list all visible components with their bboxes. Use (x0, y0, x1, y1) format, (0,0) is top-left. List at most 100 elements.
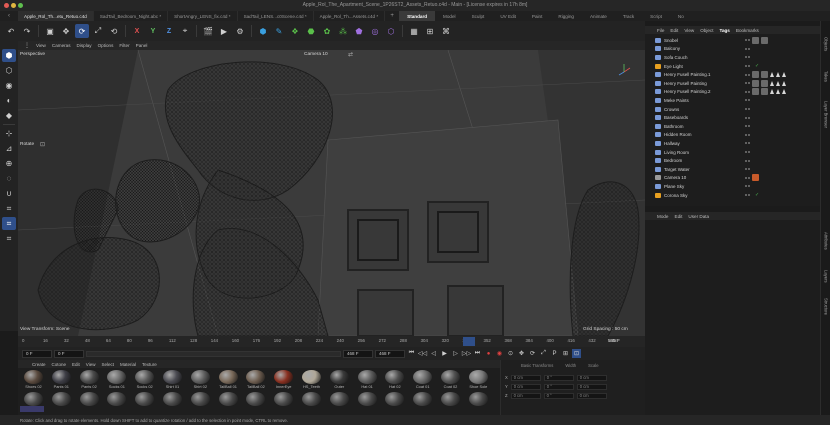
side-tab[interactable]: Objects (822, 29, 830, 59)
material-swatch[interactable]: Hat 02 (381, 370, 408, 390)
render-visibility-dot[interactable] (748, 99, 750, 102)
editor-visibility-dot[interactable] (745, 90, 747, 93)
render-visibility-dot[interactable] (748, 65, 750, 68)
render-visibility-dot[interactable] (748, 39, 750, 42)
layout-tab[interactable]: Track (615, 11, 642, 21)
coord-value-field[interactable]: 0 ° (543, 374, 574, 381)
texture-tag-icon[interactable] (761, 88, 768, 96)
spline-pen-icon[interactable]: ✎ (272, 24, 286, 38)
material-swatch[interactable]: Socks 02 (131, 370, 158, 390)
editor-visibility-dot[interactable] (745, 176, 747, 179)
coord-value-field[interactable]: 0 cm (510, 383, 541, 390)
viewport-menu-item[interactable]: Display (77, 43, 92, 48)
field-icon[interactable]: ◎ (368, 24, 382, 38)
timeline-ruler[interactable]: 0 16 32 48 64 80 96 112 128 144 160 176 192 208 224 240… (18, 336, 645, 347)
viewport-menu-item[interactable]: Cameras (52, 43, 71, 48)
object-row[interactable]: Target Water (645, 165, 820, 174)
start-frame-field[interactable]: 0 F (22, 349, 52, 358)
render-settings-icon[interactable]: ⚙ (233, 24, 247, 38)
render-visibility-dot[interactable] (748, 142, 750, 145)
timeline-playhead[interactable] (463, 337, 475, 346)
texture-tag-icon[interactable] (752, 71, 759, 79)
layout-tab[interactable]: Standard (399, 11, 436, 21)
material-swatch[interactable] (270, 392, 297, 412)
go-to-end-icon[interactable]: ⏭ (473, 349, 482, 358)
position-key-icon[interactable]: ✥ (517, 349, 526, 358)
editor-visibility-dot[interactable] (745, 142, 747, 145)
texture-mode-icon[interactable]: ⬡ (2, 64, 16, 77)
move-tool-icon[interactable]: ✥ (59, 24, 73, 38)
transform-tool-icon[interactable]: ⟲ (107, 24, 121, 38)
viewport-menu-item[interactable]: Options (98, 43, 114, 48)
z-axis-lock-button[interactable]: Z (162, 24, 176, 38)
workplane-icon[interactable]: ⌘ (439, 24, 453, 38)
keyframe-selection-icon[interactable]: ⊙ (506, 349, 515, 358)
material-swatch[interactable]: Hat 01 (354, 370, 381, 390)
array-icon[interactable]: ⁂ (336, 24, 350, 38)
render-visibility-dot[interactable] (748, 194, 750, 197)
object-menu-item[interactable]: View (684, 28, 694, 33)
material-swatch[interactable] (242, 392, 269, 412)
layout-tab[interactable]: Model (435, 11, 464, 21)
attribute-menu-item[interactable]: Edit (675, 214, 683, 219)
points-mode-icon[interactable]: ◉ (2, 79, 16, 92)
editor-visibility-dot[interactable] (745, 56, 747, 59)
editor-visibility-dot[interactable] (745, 73, 747, 76)
pla-key-icon[interactable]: ⊞ (561, 349, 570, 358)
next-key-icon[interactable]: ▷▷ (462, 349, 471, 358)
axis-mode-icon[interactable]: ⊹ (2, 127, 16, 140)
side-tab[interactable]: Attributes (822, 226, 830, 256)
material-swatch[interactable]: TailBall 01 (215, 370, 242, 390)
previous-frame-icon[interactable]: ◁ (429, 349, 438, 358)
scale-key-icon[interactable]: ⤢ (539, 349, 548, 358)
material-menu-item[interactable]: Material (120, 362, 136, 367)
document-tab[interactable]: ShortAngry_LENS_fix.c4d * (168, 11, 238, 21)
cloner-icon[interactable]: ✿ (320, 24, 334, 38)
coord-value-field[interactable]: 0 ° (543, 392, 574, 399)
phong-tag-icon[interactable] (770, 89, 774, 95)
record-icon[interactable]: ● (484, 349, 493, 358)
attribute-menu-item[interactable]: Mode (657, 214, 669, 219)
side-tab[interactable]: Layer Browser (822, 99, 830, 129)
layout-tab[interactable]: No (670, 11, 692, 21)
material-swatch[interactable] (215, 392, 242, 412)
render-view-icon[interactable]: ▶ (217, 24, 231, 38)
render-visibility-dot[interactable] (748, 125, 750, 128)
material-swatch[interactable] (76, 392, 103, 412)
tool-settings-icon[interactable]: ⊡ (40, 141, 45, 148)
material-swatch[interactable] (48, 392, 75, 412)
editor-visibility-dot[interactable] (745, 125, 747, 128)
redo-button[interactable]: ↷ (20, 24, 34, 38)
cube-primitive-icon[interactable]: ⬢ (256, 24, 270, 38)
enabled-check-icon[interactable]: ✓ (755, 192, 759, 198)
edges-mode-icon[interactable]: ◐ (2, 94, 16, 107)
phong-tag-icon[interactable] (776, 80, 780, 86)
editor-visibility-dot[interactable] (745, 99, 747, 102)
texture-tag-icon[interactable] (761, 36, 768, 44)
material-swatch[interactable]: Shoe Sole (465, 370, 492, 390)
enable-snap-icon[interactable]: ⌗ (2, 202, 16, 215)
deformer-icon[interactable]: ⬟ (352, 24, 366, 38)
param-key-icon[interactable]: P (550, 349, 559, 358)
render-visibility-dot[interactable] (748, 185, 750, 188)
render-visibility-dot[interactable] (748, 82, 750, 85)
material-swatch[interactable] (437, 392, 464, 412)
render-visibility-dot[interactable] (748, 56, 750, 59)
coord-value-field[interactable]: 0 cm (576, 374, 607, 381)
render-visibility-dot[interactable] (748, 133, 750, 136)
object-row[interactable]: Hidden Room (645, 131, 820, 140)
current-frame-field[interactable]: 0 F (54, 349, 84, 358)
material-swatch[interactable] (187, 392, 214, 412)
editor-visibility-dot[interactable] (745, 159, 747, 162)
rotation-key-icon[interactable]: ⟳ (528, 349, 537, 358)
previous-key-icon[interactable]: ◁◁ (418, 349, 427, 358)
document-tab[interactable]: Apple_Rol_Th...Assets.c4d * (314, 11, 386, 21)
object-row[interactable]: Bedroom (645, 156, 820, 165)
phong-tag-icon[interactable] (770, 80, 774, 86)
object-menu-item[interactable]: Tags (719, 28, 729, 33)
editor-visibility-dot[interactable] (745, 108, 747, 111)
object-row[interactable]: Bathroom (645, 122, 820, 131)
material-swatch[interactable]: Socks 01 (103, 370, 130, 390)
viewport-menu-item[interactable]: View (36, 43, 46, 48)
object-row[interactable]: Eye Light ✓ (645, 62, 820, 71)
